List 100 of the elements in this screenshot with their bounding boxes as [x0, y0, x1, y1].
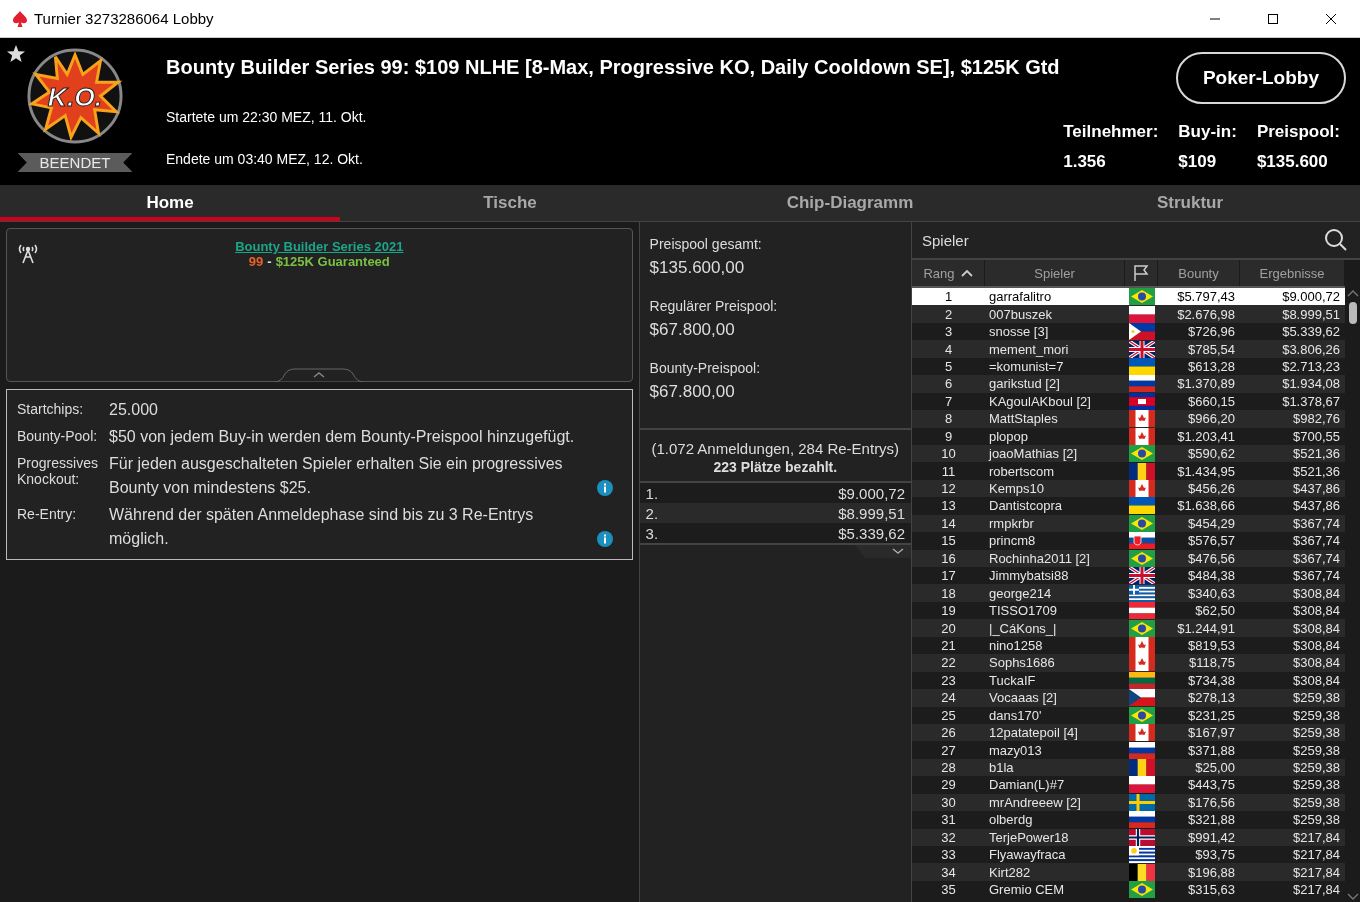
bounty-cell-text: $1.244,91 [1176, 620, 1236, 636]
rank-cell-text: 18 [940, 585, 957, 601]
bounty-cell-text: $1.370,89 [1176, 376, 1236, 392]
bounty-cell-text: $321,88 [1187, 812, 1236, 828]
player-row[interactable]: 1 garrafalitro $5.797,43 $9.000,72 [912, 288, 1345, 306]
player-name: george214 [988, 585, 1053, 601]
info-label: Startchips: [17, 400, 85, 419]
bounty-cell-text: $93,75 [1194, 847, 1236, 863]
column-header[interactable]: Rang [923, 265, 955, 281]
column-header[interactable]: Bounty [1178, 265, 1219, 281]
info-icon[interactable] [597, 531, 613, 547]
payout-amount: $5.339,62 [838, 524, 905, 542]
column-header[interactable]: Ergebnisse [1259, 265, 1325, 281]
flag-icon [1128, 445, 1155, 463]
rank-cell-text: 2 [943, 306, 954, 322]
flag-icon [1128, 724, 1155, 742]
player-name: 007buszek [988, 306, 1053, 322]
bounty-cell-text: $1.203,41 [1176, 428, 1236, 444]
rank-cell-text: 25 [940, 707, 957, 723]
scrollbar-thumb[interactable] [1348, 302, 1357, 324]
rank-cell-text: 5 [943, 358, 954, 374]
bounty-cell-text: $340,63 [1187, 585, 1236, 601]
player-row[interactable]: 20 |_CáKons_| $1.244,91 $308,84 [912, 619, 1345, 637]
result-cell-text: $217,84 [1292, 882, 1341, 898]
sort-up-icon[interactable] [960, 269, 973, 277]
player-row[interactable]: 22 Sophs1686 $118,75 $308,84 [912, 654, 1345, 672]
poker-lobby-button[interactable]: Poker-Lobby [1175, 52, 1346, 104]
series-link[interactable]: Bounty Builder Series 2021 [235, 239, 404, 254]
player-name: dans170' [988, 707, 1043, 723]
rank-cell-text: 26 [940, 725, 957, 741]
bounty-cell-text: $590,62 [1187, 446, 1236, 462]
rank-cell-text: 32 [940, 829, 957, 845]
flag-icon [1128, 532, 1155, 550]
scroll-up-icon[interactable] [1346, 288, 1359, 298]
rank-cell-text: 8 [943, 411, 954, 427]
pool-value: $67.800,00 [649, 382, 736, 402]
flag-icon [1128, 654, 1155, 672]
player-name: Dantistcopra [988, 498, 1063, 514]
player-row[interactable]: 34 Kirt282 $196,88 $217,84 [912, 863, 1345, 881]
bounty-cell-text: $734,38 [1187, 672, 1236, 688]
bounty-cell-text: $2.676,98 [1176, 306, 1236, 322]
rank-cell-text: 21 [940, 637, 957, 653]
player-row[interactable]: 8 MattStaples $966,20 $982,76 [912, 410, 1345, 428]
bounty-cell-text: $819,53 [1187, 637, 1236, 653]
tab[interactable]: Struktur [1020, 185, 1360, 221]
bounty-cell-text: $231,25 [1187, 707, 1236, 723]
payout-amount: $8.999,51 [838, 504, 905, 522]
player-row[interactable]: 18 george214 $340,63 $308,84 [912, 584, 1345, 602]
star-icon[interactable] [6, 44, 26, 64]
payout-place: 1. [645, 484, 659, 502]
result-cell-text: $367,74 [1292, 533, 1341, 549]
result-cell-text: $8.999,51 [1281, 306, 1341, 322]
result-cell-text: $308,84 [1292, 603, 1341, 619]
result-cell-text: $259,38 [1292, 794, 1341, 810]
result-cell-text: $367,74 [1292, 550, 1341, 566]
bounty-cell-text: $476,56 [1187, 550, 1236, 566]
payout-place: 2. [645, 504, 659, 522]
tab[interactable]: Home [0, 185, 340, 221]
scroll-down-icon[interactable] [1346, 892, 1359, 902]
player-name: Sophs1686 [988, 655, 1056, 671]
player-row[interactable]: 24 Vocaaas [2] $278,13 $259,38 [912, 689, 1345, 707]
tab[interactable]: Chip-Diagramm [680, 185, 1020, 221]
collapse-handle[interactable] [275, 368, 363, 382]
player-row[interactable]: 4 mement_mori $785,54 $3.806,26 [912, 340, 1345, 358]
rank-cell-text: 22 [940, 655, 957, 671]
rank-cell-text: 29 [940, 777, 957, 793]
close-icon [1325, 12, 1337, 25]
player-row[interactable]: 6 garikstud [2] $1.370,89 $1.934,08 [912, 375, 1345, 393]
result-cell-text: $308,84 [1292, 620, 1341, 636]
flag-icon [1128, 497, 1155, 515]
pool-value: $67.800,00 [649, 320, 736, 340]
bounty-cell-text: $726,96 [1187, 324, 1236, 340]
player-name: mrAndreeew [2] [988, 794, 1082, 810]
search-icon[interactable] [1324, 228, 1348, 252]
flag-icon [1128, 602, 1155, 620]
player-name: olberdg [988, 812, 1034, 828]
info-value: Während der späten Anmeldephase sind bis zu 3 Re-Entrys möglich. [109, 505, 535, 549]
rank-cell-text: 17 [940, 568, 957, 584]
result-cell-text: $308,84 [1292, 672, 1341, 688]
result-cell-text: $259,38 [1292, 812, 1341, 828]
rank-cell-text: 14 [940, 515, 957, 531]
player-name: mazy013 [988, 742, 1043, 758]
player-name: =komunist=7 [988, 358, 1065, 374]
result-cell-text: $367,74 [1292, 515, 1341, 531]
expand-handle[interactable] [855, 545, 911, 558]
flag-icon [1128, 410, 1155, 428]
bounty-cell-text: $62,50 [1194, 603, 1236, 619]
column-header[interactable]: Spieler [1034, 265, 1075, 281]
tab[interactable]: Tische [340, 185, 680, 221]
stat-value: 1.356 [1063, 152, 1107, 172]
flag-icon[interactable] [1132, 264, 1150, 282]
player-name: garikstud [2] [988, 376, 1061, 392]
rank-cell-text: 9 [943, 428, 954, 444]
info-icon[interactable] [597, 480, 613, 496]
flag-icon [1128, 392, 1155, 410]
stat-label: Preispool: [1256, 122, 1340, 142]
player-name: |_CáKons_| [988, 620, 1058, 636]
player-name: joaoMathias [2] [987, 446, 1079, 462]
player-row[interactable]: 2 007buszek $2.676,98 $8.999,51 [912, 305, 1345, 323]
bounty-cell-text: $785,54 [1187, 341, 1236, 357]
